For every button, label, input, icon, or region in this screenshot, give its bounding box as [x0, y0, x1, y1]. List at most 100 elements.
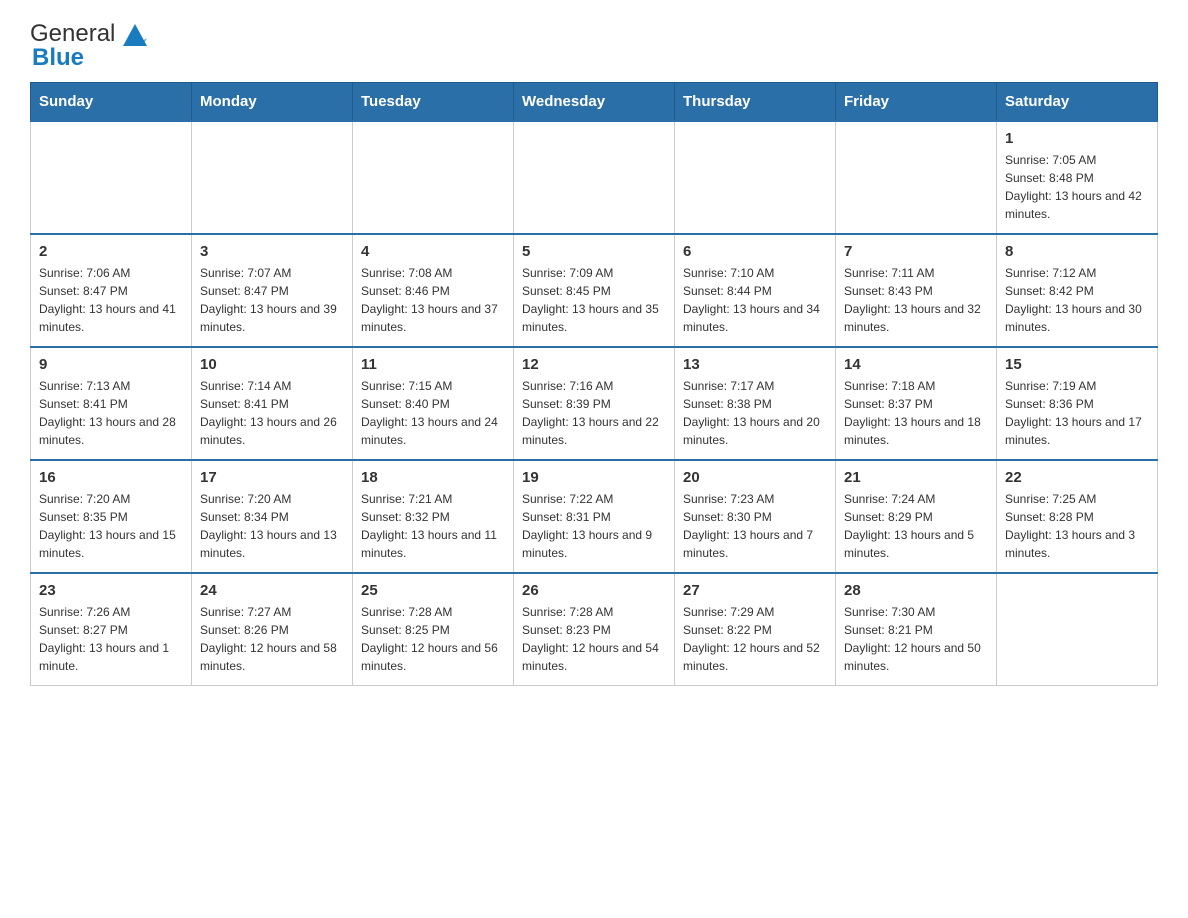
- day-number: 14: [844, 356, 988, 373]
- day-number: 10: [200, 356, 344, 373]
- day-header-saturday: Saturday: [997, 83, 1158, 122]
- day-info: Sunrise: 7:25 AM Sunset: 8:28 PM Dayligh…: [1005, 490, 1149, 562]
- day-cell: 24Sunrise: 7:27 AM Sunset: 8:26 PM Dayli…: [192, 573, 353, 686]
- logo-blue-label: Blue: [32, 44, 84, 72]
- day-number: 28: [844, 582, 988, 599]
- day-cell: 26Sunrise: 7:28 AM Sunset: 8:23 PM Dayli…: [514, 573, 675, 686]
- week-row-2: 2 Sunrise: 7:06 AM Sunset: 8:47 PM Daylig…: [31, 234, 1158, 347]
- day-info: Sunrise: 7:21 AM Sunset: 8:32 PM Dayligh…: [361, 490, 505, 562]
- day-number: 27: [683, 582, 827, 599]
- day-cell: 23Sunrise: 7:26 AM Sunset: 8:27 PM Dayli…: [31, 573, 192, 686]
- day-info: Sunrise: 7:20 AM Sunset: 8:35 PM Dayligh…: [39, 490, 183, 562]
- day-header-monday: Monday: [192, 83, 353, 122]
- day-header-wednesday: Wednesday: [514, 83, 675, 122]
- day-cell: 4 Sunrise: 7:08 AM Sunset: 8:46 PM Daylig…: [353, 234, 514, 347]
- day-cell: 11 Sunrise: 7:15 AM Sunset: 8:40 PM Dayli…: [353, 347, 514, 460]
- day-number: 11: [361, 356, 505, 373]
- day-number: 3: [200, 243, 344, 260]
- day-cell: 19 Sunrise: 7:22 AM Sunset: 8:31 PM Dayli…: [514, 460, 675, 573]
- day-info: Sunrise: 7:28 AM Sunset: 8:23 PM Dayligh…: [522, 603, 666, 675]
- day-cell: 1 Sunrise: 7:05 AM Sunset: 8:48 PM Daylig…: [997, 121, 1158, 234]
- day-number: 15: [1005, 356, 1149, 373]
- day-number: 6: [683, 243, 827, 260]
- day-cell: 8 Sunrise: 7:12 AM Sunset: 8:42 PM Daylig…: [997, 234, 1158, 347]
- day-number: 4: [361, 243, 505, 260]
- day-number: 9: [39, 356, 183, 373]
- day-cell: [192, 121, 353, 234]
- day-info: Sunrise: 7:05 AM Sunset: 8:48 PM Dayligh…: [1005, 151, 1149, 223]
- day-info: Sunrise: 7:11 AM Sunset: 8:43 PM Dayligh…: [844, 264, 988, 336]
- day-cell: 18 Sunrise: 7:21 AM Sunset: 8:32 PM Dayli…: [353, 460, 514, 573]
- day-header-thursday: Thursday: [675, 83, 836, 122]
- day-number: 20: [683, 469, 827, 486]
- day-cell: [514, 121, 675, 234]
- day-number: 7: [844, 243, 988, 260]
- day-info: Sunrise: 7:08 AM Sunset: 8:46 PM Dayligh…: [361, 264, 505, 336]
- day-header-friday: Friday: [836, 83, 997, 122]
- day-cell: [836, 121, 997, 234]
- day-info: Sunrise: 7:17 AM Sunset: 8:38 PM Dayligh…: [683, 377, 827, 449]
- day-number: 5: [522, 243, 666, 260]
- day-number: 19: [522, 469, 666, 486]
- day-cell: 5 Sunrise: 7:09 AM Sunset: 8:45 PM Daylig…: [514, 234, 675, 347]
- day-number: 23: [39, 582, 183, 599]
- day-header-sunday: Sunday: [31, 83, 192, 122]
- day-info: Sunrise: 7:23 AM Sunset: 8:30 PM Dayligh…: [683, 490, 827, 562]
- day-cell: 14Sunrise: 7:18 AM Sunset: 8:37 PM Dayli…: [836, 347, 997, 460]
- day-info: Sunrise: 7:15 AM Sunset: 8:40 PM Dayligh…: [361, 377, 505, 449]
- day-cell: 7 Sunrise: 7:11 AM Sunset: 8:43 PM Daylig…: [836, 234, 997, 347]
- day-info: Sunrise: 7:16 AM Sunset: 8:39 PM Dayligh…: [522, 377, 666, 449]
- day-cell: [675, 121, 836, 234]
- day-cell: 22 Sunrise: 7:25 AM Sunset: 8:28 PM Dayli…: [997, 460, 1158, 573]
- week-row-5: 23Sunrise: 7:26 AM Sunset: 8:27 PM Dayli…: [31, 573, 1158, 686]
- day-cell: 21 Sunrise: 7:24 AM Sunset: 8:29 PM Dayli…: [836, 460, 997, 573]
- day-number: 13: [683, 356, 827, 373]
- day-cell: 17Sunrise: 7:20 AM Sunset: 8:34 PM Dayli…: [192, 460, 353, 573]
- day-info: Sunrise: 7:29 AM Sunset: 8:22 PM Dayligh…: [683, 603, 827, 675]
- day-cell: 20 Sunrise: 7:23 AM Sunset: 8:30 PM Dayli…: [675, 460, 836, 573]
- day-info: Sunrise: 7:22 AM Sunset: 8:31 PM Dayligh…: [522, 490, 666, 562]
- day-cell: 3 Sunrise: 7:07 AM Sunset: 8:47 PM Daylig…: [192, 234, 353, 347]
- day-cell: 2 Sunrise: 7:06 AM Sunset: 8:47 PM Daylig…: [31, 234, 192, 347]
- week-row-4: 16 Sunrise: 7:20 AM Sunset: 8:35 PM Dayli…: [31, 460, 1158, 573]
- calendar-table: SundayMondayTuesdayWednesdayThursdayFrid…: [30, 82, 1158, 686]
- logo-mountain-icon: [117, 20, 153, 48]
- page-header: General Blue: [30, 20, 1158, 72]
- day-cell: 6 Sunrise: 7:10 AM Sunset: 8:44 PM Daylig…: [675, 234, 836, 347]
- day-number: 8: [1005, 243, 1149, 260]
- day-cell: 25Sunrise: 7:28 AM Sunset: 8:25 PM Dayli…: [353, 573, 514, 686]
- day-number: 2: [39, 243, 183, 260]
- day-info: Sunrise: 7:27 AM Sunset: 8:26 PM Dayligh…: [200, 603, 344, 675]
- day-info: Sunrise: 7:06 AM Sunset: 8:47 PM Dayligh…: [39, 264, 183, 336]
- day-info: Sunrise: 7:07 AM Sunset: 8:47 PM Dayligh…: [200, 264, 344, 336]
- day-cell: 28 Sunrise: 7:30 AM Sunset: 8:21 PM Dayli…: [836, 573, 997, 686]
- week-row-1: 1 Sunrise: 7:05 AM Sunset: 8:48 PM Daylig…: [31, 121, 1158, 234]
- day-number: 17: [200, 469, 344, 486]
- day-cell: [353, 121, 514, 234]
- day-cell: 12 Sunrise: 7:16 AM Sunset: 8:39 PM Dayli…: [514, 347, 675, 460]
- day-info: Sunrise: 7:14 AM Sunset: 8:41 PM Dayligh…: [200, 377, 344, 449]
- day-info: Sunrise: 7:09 AM Sunset: 8:45 PM Dayligh…: [522, 264, 666, 336]
- day-number: 16: [39, 469, 183, 486]
- day-number: 21: [844, 469, 988, 486]
- day-info: Sunrise: 7:12 AM Sunset: 8:42 PM Dayligh…: [1005, 264, 1149, 336]
- day-info: Sunrise: 7:24 AM Sunset: 8:29 PM Dayligh…: [844, 490, 988, 562]
- day-number: 18: [361, 469, 505, 486]
- day-cell: [31, 121, 192, 234]
- day-number: 22: [1005, 469, 1149, 486]
- day-cell: 15 Sunrise: 7:19 AM Sunset: 8:36 PM Dayli…: [997, 347, 1158, 460]
- day-number: 1: [1005, 130, 1149, 147]
- day-cell: 13 Sunrise: 7:17 AM Sunset: 8:38 PM Dayli…: [675, 347, 836, 460]
- day-number: 25: [361, 582, 505, 599]
- day-info: Sunrise: 7:13 AM Sunset: 8:41 PM Dayligh…: [39, 377, 183, 449]
- day-header-tuesday: Tuesday: [353, 83, 514, 122]
- day-info: Sunrise: 7:30 AM Sunset: 8:21 PM Dayligh…: [844, 603, 988, 675]
- day-cell: [997, 573, 1158, 686]
- day-info: Sunrise: 7:19 AM Sunset: 8:36 PM Dayligh…: [1005, 377, 1149, 449]
- day-cell: 9 Sunrise: 7:13 AM Sunset: 8:41 PM Daylig…: [31, 347, 192, 460]
- day-cell: 10 Sunrise: 7:14 AM Sunset: 8:41 PM Dayli…: [192, 347, 353, 460]
- day-cell: 27 Sunrise: 7:29 AM Sunset: 8:22 PM Dayli…: [675, 573, 836, 686]
- day-info: Sunrise: 7:10 AM Sunset: 8:44 PM Dayligh…: [683, 264, 827, 336]
- week-row-3: 9 Sunrise: 7:13 AM Sunset: 8:41 PM Daylig…: [31, 347, 1158, 460]
- day-number: 12: [522, 356, 666, 373]
